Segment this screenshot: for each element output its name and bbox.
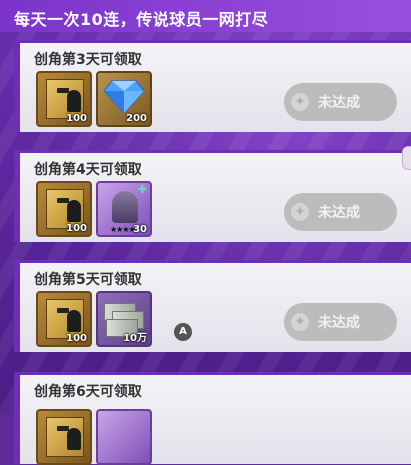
player-pack-icon[interactable]: 100 [36, 181, 92, 237]
reward-card-day-6: 创角第6天可领取 [14, 372, 411, 465]
header-title: 每天一次10连，传说球员一网打尽 [14, 10, 269, 29]
card-accent-strip [14, 263, 20, 352]
claim-button-label: 未达成 [318, 315, 360, 331]
reward-quantity: 100 [66, 223, 87, 234]
claim-button[interactable]: ✦ 未达成 [284, 193, 397, 231]
cash-stack-icon[interactable]: 10万 [96, 291, 152, 347]
reward-quantity: 100 [66, 333, 87, 344]
player-pack-icon[interactable]: 100 [36, 71, 92, 127]
card-accent-strip [14, 375, 20, 464]
reward-card-day-4: 创角第4天可领取 100 ✚ ★★★★ 30 ✦ 未达成 [14, 150, 411, 242]
reward-card-day-5: 创角第5天可领取 100 10万 A ✦ 未达成 [14, 260, 411, 352]
card-title: 创角第6天可领取 [34, 384, 142, 400]
player-card-icon[interactable] [96, 409, 152, 465]
player-card-icon[interactable]: ✚ ★★★★ 30 [96, 181, 152, 237]
diamond-icon[interactable]: 200 [96, 71, 152, 127]
a-button-badge: A [174, 323, 192, 341]
side-scroll-tab[interactable] [402, 146, 411, 170]
claim-button[interactable]: ✦ 未达成 [284, 83, 397, 121]
reward-card-day-3: 创角第3天可领取 100 200 ✦ 未达成 [14, 40, 411, 132]
card-accent-strip [14, 43, 20, 132]
claim-button[interactable]: ✦ 未达成 [284, 303, 397, 341]
player-pack-icon[interactable]: 100 [36, 291, 92, 347]
card-title: 创角第3天可领取 [34, 52, 142, 68]
reward-quantity: 30 [133, 224, 147, 235]
card-title: 创角第5天可领取 [34, 272, 142, 288]
gift-icon: ✦ [291, 93, 309, 111]
claim-button-label: 未达成 [318, 95, 360, 111]
reward-quantity: 10万 [123, 333, 147, 344]
player-pack-icon[interactable] [36, 409, 92, 465]
event-header: 每天一次10连，传说球员一网打尽 [0, 0, 411, 32]
card-accent-strip [14, 153, 20, 242]
gift-icon: ✦ [291, 313, 309, 331]
gift-icon: ✦ [291, 203, 309, 221]
reward-quantity: 200 [126, 113, 147, 124]
claim-button-label: 未达成 [318, 205, 360, 221]
card-title: 创角第4天可领取 [34, 162, 142, 178]
plus-icon: ✚ [137, 183, 147, 196]
reward-quantity: 100 [66, 113, 87, 124]
star-rating: ★★★★ [110, 225, 136, 234]
